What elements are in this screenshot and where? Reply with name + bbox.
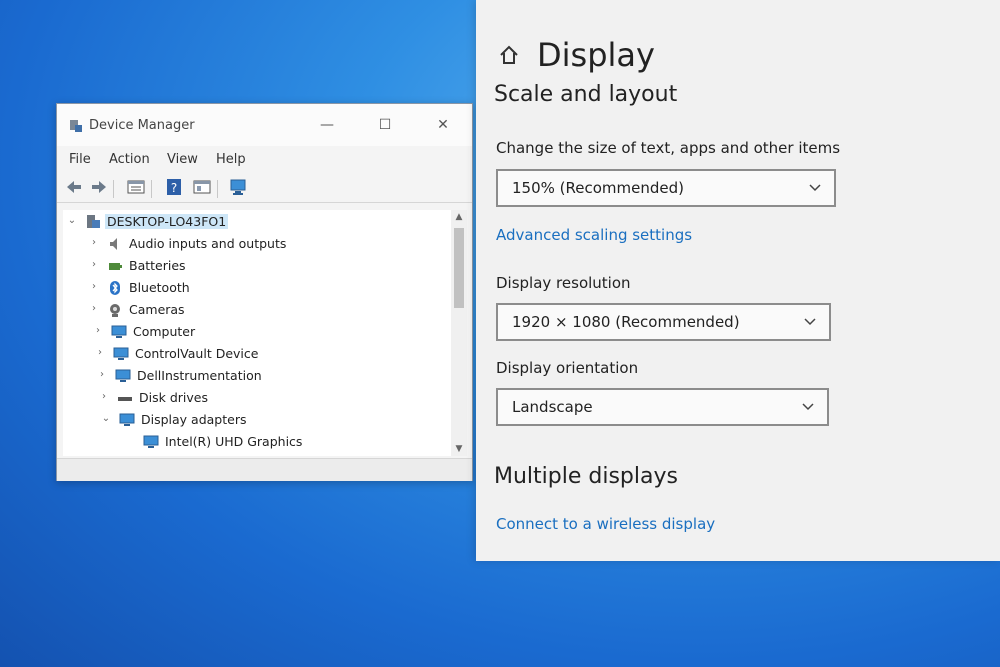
toolbar-separator (151, 180, 152, 198)
scroll-down-icon[interactable]: ▼ (451, 444, 467, 454)
status-bar (57, 458, 472, 481)
tree-item-label: ControlVault Device (135, 346, 259, 361)
resolution-dropdown[interactable]: 1920 × 1080 (Recommended) (496, 303, 831, 341)
svg-text:?: ? (171, 181, 177, 195)
section-title-scale: Scale and layout (494, 82, 678, 107)
chevron-down-icon[interactable]: ⌄ (67, 215, 77, 226)
tree-item-label: DellInstrumentation (137, 368, 262, 383)
device-view-icon[interactable] (193, 178, 211, 196)
scan-hardware-icon[interactable] (229, 178, 247, 196)
advanced-scaling-link[interactable]: Advanced scaling settings (496, 226, 692, 244)
menu-bar: File Action View Help (57, 148, 472, 170)
tree-root-label: DESKTOP-LO43FO1 (105, 214, 229, 229)
chevron-right-icon[interactable]: › (89, 281, 99, 292)
vertical-scrollbar[interactable]: ▲ ▼ (451, 210, 467, 456)
chevron-down-icon (809, 184, 821, 192)
tree-item-display-adapters[interactable]: ⌄ Display adapters (63, 410, 451, 431)
tree-item-label: Computer (133, 324, 196, 339)
toolbar: ? (57, 174, 472, 203)
device-manager-window: Device Manager — ☐ ✕ File Action View He… (56, 103, 473, 481)
camera-icon (110, 304, 120, 317)
forward-arrow-icon[interactable] (90, 178, 108, 196)
tree-item-label: Audio inputs and outputs (129, 236, 287, 251)
window-title: Device Manager (89, 118, 195, 133)
size-label: Change the size of text, apps and other … (496, 139, 841, 157)
tree-item-bluetooth[interactable]: › Bluetooth (63, 278, 451, 299)
device-manager-app-icon (70, 120, 82, 132)
computer-icon (111, 325, 127, 338)
properties-icon[interactable] (127, 178, 145, 196)
scale-dropdown-value: 150% (Recommended) (512, 179, 684, 197)
chevron-down-icon (804, 318, 816, 326)
tree-item-cameras[interactable]: › Cameras (63, 300, 451, 321)
toolbar-separator (113, 180, 114, 198)
back-arrow-icon[interactable] (65, 178, 83, 196)
tree-item-batteries[interactable]: › Batteries (63, 256, 451, 277)
tree-item-label: Display adapters (141, 412, 247, 427)
chevron-right-icon[interactable]: › (89, 303, 99, 314)
page-title: Display (537, 36, 655, 74)
tree-item-disk-drives[interactable]: › Disk drives (63, 388, 451, 409)
menu-action[interactable]: Action (109, 152, 150, 167)
chevron-down-icon (802, 403, 814, 411)
tree-item-label: Batteries (129, 258, 186, 273)
chevron-right-icon[interactable]: › (93, 325, 103, 336)
tree-item-computer[interactable]: › Computer (63, 322, 451, 343)
scale-dropdown[interactable]: 150% (Recommended) (496, 169, 836, 207)
bluetooth-icon (110, 281, 120, 295)
tree-item-label: Intel(R) UHD Graphics (165, 434, 303, 449)
settings-display-window: Display Scale and layout Change the size… (476, 0, 1000, 561)
close-icon: ✕ (437, 117, 449, 133)
close-button[interactable]: ✕ (428, 112, 458, 138)
tree-item-controlvault[interactable]: › ControlVault Device (63, 344, 451, 365)
tree-item-dellinstrumentation[interactable]: › DellInstrumentation (63, 366, 451, 387)
tree-item-label: Cameras (129, 302, 185, 317)
maximize-button[interactable]: ☐ (370, 112, 400, 138)
tree-item-intel-uhd-graphics[interactable]: Intel(R) UHD Graphics (63, 432, 451, 453)
disk-drive-icon (118, 397, 132, 401)
home-icon[interactable] (498, 44, 520, 66)
battery-icon (109, 263, 122, 270)
display-adapter-icon (143, 435, 159, 448)
scroll-up-icon[interactable]: ▲ (451, 212, 467, 222)
device-tree: ⌄ DESKTOP-LO43FO1 › Audio inputs and out… (63, 210, 451, 456)
help-icon[interactable]: ? (165, 178, 183, 196)
tree-item-label: Bluetooth (129, 280, 190, 295)
resolution-dropdown-value: 1920 × 1080 (Recommended) (512, 313, 740, 331)
orientation-label: Display orientation (496, 359, 639, 377)
tree-item-label: Disk drives (139, 390, 208, 405)
orientation-dropdown[interactable]: Landscape (496, 388, 829, 426)
dell-instrumentation-icon (115, 369, 131, 382)
minimize-icon: — (320, 117, 334, 133)
orientation-dropdown-value: Landscape (512, 398, 593, 416)
menu-file[interactable]: File (69, 152, 91, 167)
chevron-right-icon[interactable]: › (95, 347, 105, 358)
menu-help[interactable]: Help (216, 152, 246, 167)
wireless-display-link[interactable]: Connect to a wireless display (496, 515, 715, 533)
tree-root[interactable]: ⌄ DESKTOP-LO43FO1 (63, 212, 451, 233)
chevron-right-icon[interactable]: › (99, 391, 109, 402)
display-adapter-icon (119, 413, 135, 426)
scrollbar-thumb[interactable] (454, 228, 464, 308)
controlvault-icon (113, 347, 129, 360)
chevron-right-icon[interactable]: › (97, 369, 107, 380)
computer-icon (87, 215, 100, 228)
section-title-multiple-displays: Multiple displays (494, 464, 678, 489)
minimize-button[interactable]: — (312, 112, 342, 138)
toolbar-separator (217, 180, 218, 198)
chevron-down-icon[interactable]: ⌄ (101, 413, 111, 424)
title-bar[interactable]: Device Manager — ☐ ✕ (57, 104, 472, 146)
chevron-right-icon[interactable]: › (89, 237, 99, 248)
maximize-icon: ☐ (378, 117, 392, 133)
resolution-label: Display resolution (496, 274, 631, 292)
menu-view[interactable]: View (167, 152, 198, 167)
chevron-right-icon[interactable]: › (89, 259, 99, 270)
tree-item-audio[interactable]: › Audio inputs and outputs (63, 234, 451, 255)
speaker-icon (110, 238, 117, 250)
